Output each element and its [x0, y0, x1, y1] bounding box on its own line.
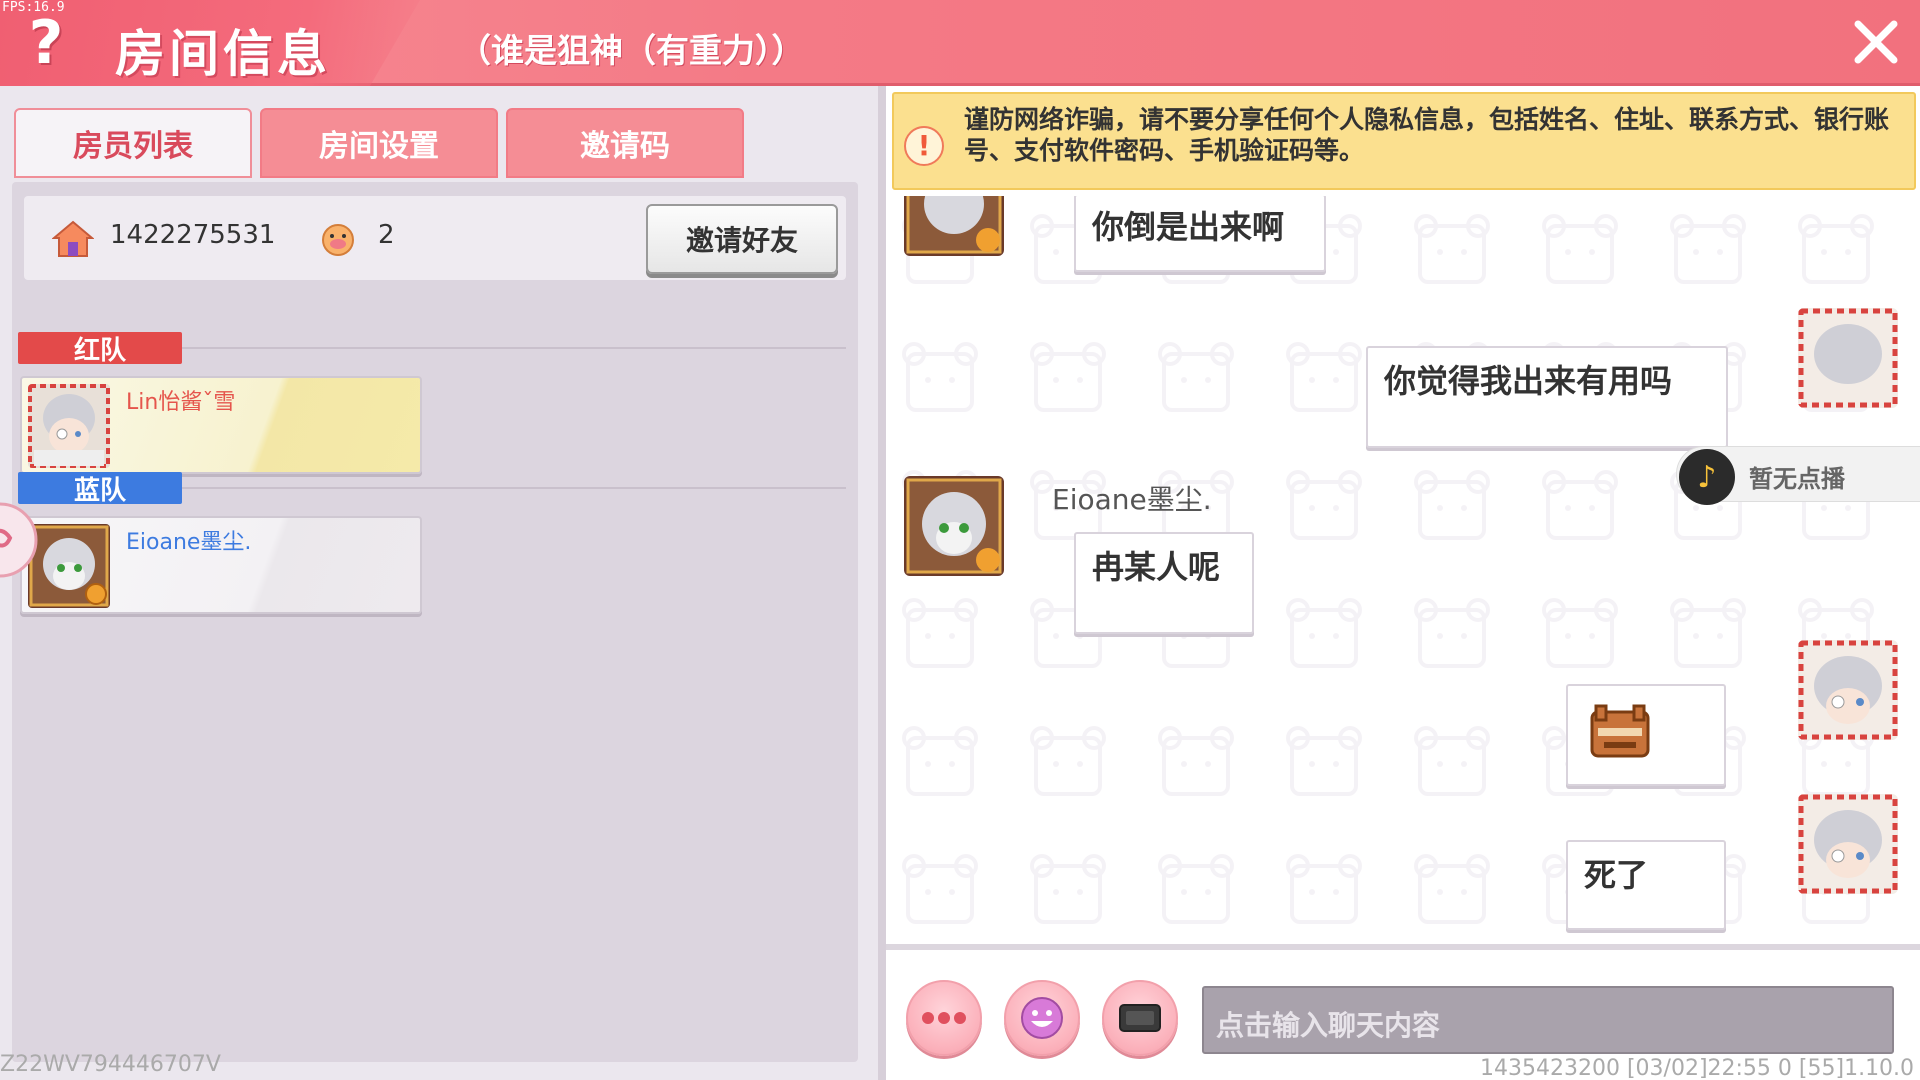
avatar	[28, 524, 110, 608]
warning-text: 谨防网络诈骗，请不要分享任何个人隐私信息，包括姓名、住址、联系方式、银行账号、支…	[964, 105, 1890, 165]
version-id: Z22WV794446707V	[0, 1052, 221, 1077]
player-card-blue[interactable]: Eioane墨尘.	[20, 516, 422, 614]
member-list-area: 1422275531 2 邀请好友 红队 Lin怡酱ˇ雪 蓝队 Eioane墨尘…	[12, 182, 858, 1062]
chat-bubble: 你觉得我出来有用吗	[1366, 346, 1728, 448]
music-request-widget[interactable]: ♪ 暂无点播	[1676, 446, 1920, 505]
side-drawer-icon[interactable]	[0, 500, 40, 580]
player-name: Eioane墨尘.	[126, 530, 252, 555]
panel-divider	[878, 86, 886, 1080]
self-avatar[interactable]	[1798, 640, 1898, 740]
room-info-bar: 1422275531 2 邀请好友	[24, 196, 846, 280]
chat-bubble-emoji	[1566, 684, 1726, 786]
chat-background-pattern	[886, 196, 1920, 1032]
chat-messages[interactable]: 你倒是出来啊 你觉得我出来有用吗 ♪ 暂无点播 Eioane墨尘. 冉某人呢 死…	[886, 196, 1920, 1032]
chat-input[interactable]: 点击输入聊天内容	[1202, 986, 1894, 1054]
left-panel: 房员列表 房间设置 邀请码 1422275531 2 邀请好友 红队 Lin怡酱…	[0, 86, 878, 1080]
emoji-icon	[1021, 997, 1063, 1039]
tab-member-list[interactable]: 房员列表	[14, 108, 252, 178]
house-icon	[52, 220, 94, 257]
avatar	[28, 384, 110, 468]
warning-icon: !	[904, 126, 944, 166]
help-button[interactable]: ?	[16, 10, 76, 76]
player-card-red[interactable]: Lin怡酱ˇ雪	[20, 376, 422, 474]
sender-avatar[interactable]	[904, 476, 1004, 576]
sender-avatar[interactable]	[904, 196, 1004, 256]
tab-room-settings[interactable]: 房间设置	[260, 108, 498, 178]
face-emoji-icon	[1590, 704, 1650, 758]
blue-team-label: 蓝队	[18, 472, 182, 506]
red-team-label: 红队	[18, 332, 182, 366]
tab-invite-code[interactable]: 邀请码	[506, 108, 744, 178]
fraud-warning-banner: ! 谨防网络诈骗，请不要分享任何个人隐私信息，包括姓名、住址、联系方式、银行账号…	[892, 92, 1916, 190]
player-count: 2	[378, 220, 395, 250]
music-note-icon: ♪	[1679, 449, 1735, 505]
page-title: 房间信息	[115, 25, 331, 83]
chat-panel: ! 谨防网络诈骗，请不要分享任何个人隐私信息，包括姓名、住址、联系方式、银行账号…	[886, 86, 1920, 1080]
keyboard-icon	[1119, 1004, 1161, 1032]
chat-bubble: 冉某人呢	[1074, 532, 1254, 634]
player-count-icon	[322, 224, 354, 256]
blue-team-divider	[182, 487, 846, 489]
red-team-divider	[182, 347, 846, 349]
chat-bubble: 你倒是出来啊	[1074, 196, 1326, 272]
close-icon	[1854, 20, 1898, 64]
player-name: Lin怡酱ˇ雪	[126, 390, 236, 415]
more-icon	[922, 1012, 966, 1024]
chat-bubble: 死了	[1566, 840, 1726, 930]
self-avatar[interactable]	[1798, 308, 1898, 408]
close-button[interactable]	[1848, 14, 1904, 70]
emoji-button[interactable]	[1004, 980, 1080, 1056]
more-button[interactable]	[906, 980, 982, 1056]
room-name: （谁是狙神（有重力））	[458, 31, 805, 70]
room-id: 1422275531	[110, 220, 276, 250]
invite-friends-button[interactable]: 邀请好友	[646, 204, 838, 274]
footer-info: 1435423200 [03/02]22:55 0 [55]1.10.0	[1480, 1056, 1915, 1080]
sender-name: Eioane墨尘.	[1052, 483, 1212, 516]
music-status: 暂无点播	[1749, 465, 1845, 493]
self-avatar[interactable]	[1798, 794, 1898, 894]
keyboard-button[interactable]	[1102, 980, 1178, 1056]
header-bar: FPS:16.9 ? 房间信息 （谁是狙神（有重力））	[0, 0, 1920, 86]
